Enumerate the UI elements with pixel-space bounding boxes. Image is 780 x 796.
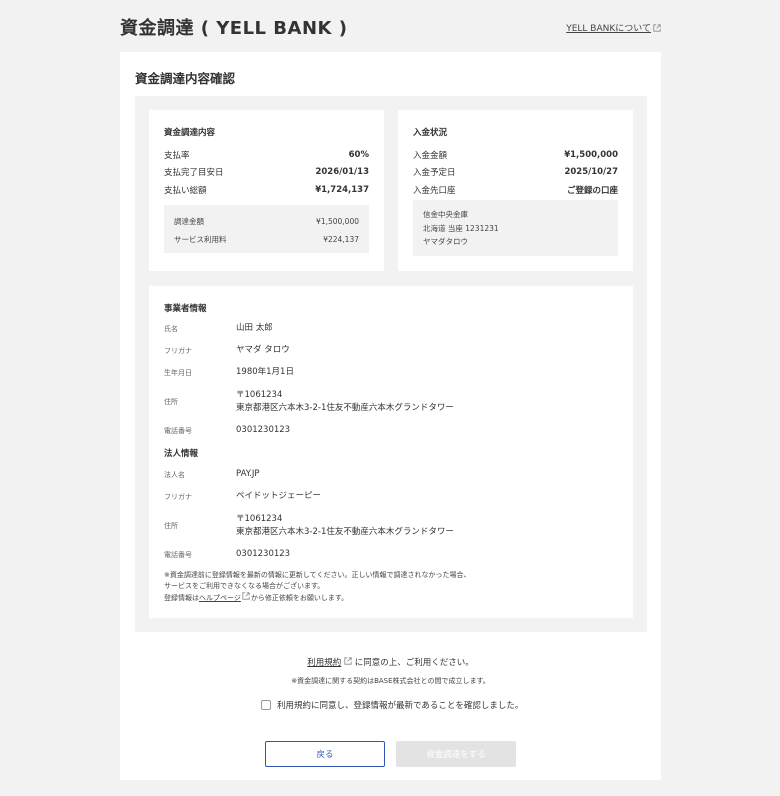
row-value: ¥1,500,000 (564, 149, 618, 160)
info-label: フリガナ (164, 346, 192, 355)
info-row-corp-kana: フリガナ ペイドットジェーピー (164, 490, 321, 503)
info-value: PAY.JP (236, 469, 260, 479)
row-value: 2026/01/13 (315, 167, 369, 178)
card-title: 資金調達内容確認 (135, 71, 236, 86)
info-label: フリガナ (164, 492, 192, 501)
info-value: 0301230123 (236, 425, 291, 435)
funding-row: 支払率 60% (164, 146, 369, 164)
agree-checkbox-row[interactable]: 利用規約に同意し、登録情報が最新であることを確認しました。 (261, 699, 523, 711)
address-line: 東京都港区六本木3-2-1住友不動産六本木グランドタワー (236, 403, 454, 413)
about-yell-bank-link[interactable]: YELL BANKについて (566, 21, 661, 34)
info-row-kana: フリガナ ヤマダ タロウ (164, 344, 290, 357)
info-label: 住所 (164, 398, 178, 406)
terms-line: 利用規約 に同意の上、ご利用ください。 (120, 656, 661, 668)
postal-code: 〒1061234 (236, 390, 283, 400)
address-value: 〒1061234 東京都港区六本木3-2-1住友不動産六本木グランドタワー (236, 389, 454, 415)
external-link-icon (344, 657, 352, 665)
bank-holder: ヤマダタロウ (423, 237, 468, 246)
bank-name: 信金中央金庫 (423, 210, 468, 219)
row-value: 2025/10/27 (564, 167, 618, 178)
contract-note: ※資金調達に関する契約はBASE株式会社との間で成立します。 (291, 677, 490, 685)
external-link-icon (653, 23, 661, 32)
corporate-title: 法人情報 (164, 449, 199, 459)
breakdown-value: ¥1,500,000 (316, 216, 359, 226)
info-label: 電話番号 (164, 426, 192, 435)
bank-account-box: 信金中央金庫 北海道 当座 1231231 ヤマダタロウ (413, 200, 618, 256)
deposit-row: 入金金額 ¥1,500,000 (413, 146, 618, 164)
details-area: 資金調達内容 支払率 60% 支払完了目安日 2026/01/13 支払い総額 … (135, 96, 647, 632)
terms-text: に同意の上、ご利用ください。 (354, 658, 474, 668)
info-row-address: 住所 〒1061234 東京都港区六本木3-2-1住友不動産六本木グランドタワー (164, 389, 454, 415)
external-link-icon (242, 592, 250, 600)
about-link-label: YELL BANKについて (566, 24, 651, 34)
note-suffix: から修正依頼をお願いします。 (250, 594, 349, 602)
info-label: 住所 (164, 522, 178, 530)
agree-checkbox[interactable] (261, 700, 271, 710)
submit-funding-button[interactable]: 資金調達をする (396, 741, 516, 767)
row-label: 入金予定日 (413, 168, 456, 179)
deposit-row: 入金先口座 ご登録の口座 (413, 181, 618, 199)
back-button[interactable]: 戻る (265, 741, 385, 767)
bank-branch: 北海道 当座 1231231 (423, 223, 499, 233)
funding-title: 資金調達内容 (164, 128, 216, 138)
row-label: 入金金額 (413, 150, 448, 161)
deposit-row: 入金予定日 2025/10/27 (413, 164, 618, 182)
row-label: 支払完了目安日 (164, 168, 224, 179)
note-line-1: ※資金調達前に登録情報を最新の情報に更新してください。正しい情報で調達されなかっ… (164, 571, 471, 579)
info-value: ペイドットジェーピー (236, 491, 322, 501)
breakdown-row: サービス利用料 ¥224,137 (174, 230, 359, 248)
info-label: 氏名 (164, 324, 178, 333)
deposit-title: 入金状況 (413, 128, 448, 138)
terms-link[interactable]: 利用規約 (307, 658, 341, 668)
business-panel: 事業者情報 氏名 山田 太郎 フリガナ ヤマダ タロウ 生年月日 1980年1月… (149, 286, 633, 618)
breakdown-label: 調達金額 (174, 216, 204, 226)
info-row-corp-name: 法人名 PAY.JP (164, 468, 260, 481)
deposit-panel: 入金状況 入金金額 ¥1,500,000 入金予定日 2025/10/27 入金… (398, 110, 633, 271)
page-title: 資金調達 ( YELL BANK ) (120, 18, 348, 39)
info-row-corp-phone: 電話番号 0301230123 (164, 548, 290, 561)
info-label: 法人名 (164, 470, 185, 479)
breakdown-row: 調達金額 ¥1,500,000 (174, 212, 359, 230)
confirmation-card: 資金調達内容確認 資金調達内容 支払率 60% 支払完了目安日 2026/01/… (120, 52, 661, 780)
info-row-phone: 電話番号 0301230123 (164, 424, 290, 437)
breakdown-value: ¥224,137 (323, 234, 359, 244)
update-notes: ※資金調達前に登録情報を最新の情報に更新してください。正しい情報で調達されなかっ… (164, 570, 470, 604)
row-label: 入金先口座 (413, 185, 456, 196)
info-value: 1980年1月1日 (236, 367, 294, 377)
info-row-name: 氏名 山田 太郎 (164, 322, 273, 335)
help-page-link[interactable]: ヘルプページ (199, 594, 241, 602)
info-label: 生年月日 (164, 368, 192, 377)
postal-code: 〒1061234 (236, 514, 283, 524)
business-title: 事業者情報 (164, 304, 207, 314)
funding-panel: 資金調達内容 支払率 60% 支払完了目安日 2026/01/13 支払い総額 … (149, 110, 384, 271)
info-label: 電話番号 (164, 550, 192, 559)
address-line: 東京都港区六本木3-2-1住友不動産六本木グランドタワー (236, 527, 454, 537)
breakdown-label: サービス利用料 (174, 234, 227, 244)
row-value: ご登録の口座 (566, 185, 618, 196)
info-value: 0301230123 (236, 549, 291, 559)
note-line-3: 登録情報はヘルプページ から修正依頼をお願いします。 (164, 592, 470, 604)
row-label: 支払い総額 (164, 185, 207, 196)
info-value: ヤマダ タロウ (236, 345, 290, 355)
address-value: 〒1061234 東京都港区六本木3-2-1住友不動産六本木グランドタワー (236, 513, 454, 539)
funding-row: 支払完了目安日 2026/01/13 (164, 164, 369, 182)
row-value: ¥1,724,137 (315, 184, 369, 195)
funding-breakdown: 調達金額 ¥1,500,000 サービス利用料 ¥224,137 (164, 205, 369, 253)
row-value: 60% (348, 149, 369, 160)
info-row-corp-address: 住所 〒1061234 東京都港区六本木3-2-1住友不動産六本木グランドタワー (164, 513, 454, 539)
row-label: 支払率 (164, 150, 190, 161)
funding-row: 支払い総額 ¥1,724,137 (164, 181, 369, 199)
note-prefix: 登録情報は (164, 594, 199, 602)
agree-label: 利用規約に同意し、登録情報が最新であることを確認しました。 (277, 701, 524, 711)
note-line-2: サービスをご利用できなくなる場合がございます。 (164, 582, 325, 590)
info-value: 山田 太郎 (236, 323, 273, 333)
info-row-birth: 生年月日 1980年1月1日 (164, 366, 294, 379)
